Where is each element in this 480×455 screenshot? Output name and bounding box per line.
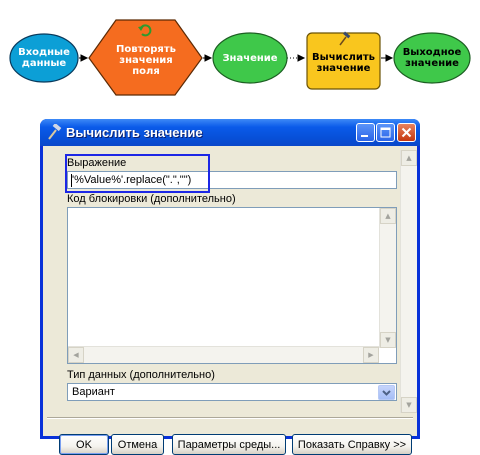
model-diagram: Входные данные Повторять значения поля З… [0, 0, 480, 110]
close-button[interactable] [397, 123, 416, 142]
scroll-up-button[interactable]: ▲ [380, 208, 396, 224]
node-value-label: Значение [222, 52, 278, 64]
data-type-label: Тип данных (дополнительно) [67, 369, 215, 381]
scroll-up-button[interactable]: ▲ [401, 150, 417, 166]
chevron-up-icon: ▲ [385, 212, 391, 220]
code-block-vertical-scrollbar[interactable]: ▲ ▼ [379, 208, 396, 348]
environments-button[interactable]: Параметры среды... [172, 434, 286, 455]
ok-button[interactable]: OK [59, 434, 109, 455]
minimize-icon [361, 135, 368, 137]
node-input-data-label: Входные данные [18, 47, 70, 69]
scroll-left-button[interactable]: ◀ [68, 347, 84, 363]
scroll-right-button[interactable]: ▶ [363, 347, 379, 363]
node-calculate-value-label: Вычислить значение [312, 52, 375, 74]
node-output-value-label: Выходное значение [402, 47, 462, 69]
scroll-down-button[interactable]: ▼ [380, 332, 396, 348]
scroll-down-button[interactable]: ▼ [401, 397, 417, 413]
button-separator [47, 417, 413, 419]
chevron-down-icon: ▼ [385, 336, 391, 344]
minimize-button[interactable] [356, 123, 375, 142]
data-type-select[interactable]: Вариант [67, 383, 397, 401]
show-help-button[interactable]: Показать Справку >> [292, 434, 412, 455]
expression-highlight-box [65, 154, 210, 193]
chevron-up-icon: ▲ [406, 154, 412, 162]
title-bar[interactable]: Вычислить значение [40, 119, 420, 146]
close-icon [401, 127, 412, 138]
code-block-label: Код блокировки (дополнительно) [67, 193, 236, 205]
chevron-down-icon: ▼ [406, 401, 412, 409]
hammer-icon [48, 124, 62, 140]
chevron-down-icon [382, 389, 391, 396]
chevron-right-icon: ▶ [368, 351, 374, 359]
dialog-vertical-scrollbar[interactable]: ▲ ▼ [400, 150, 417, 413]
data-type-value: Вариант [72, 386, 115, 398]
maximize-icon [380, 127, 391, 138]
code-block-input[interactable]: ▲ ▼ ◀ ▶ [67, 207, 397, 364]
node-iterate-field-values-label: Повторять значения поля [116, 43, 176, 77]
maximize-button[interactable] [376, 123, 395, 142]
cancel-button[interactable]: Отмена [111, 434, 164, 455]
dropdown-button[interactable] [378, 385, 395, 400]
dialog-title: Вычислить значение [66, 125, 203, 140]
code-block-horizontal-scrollbar[interactable]: ◀ ▶ [68, 346, 379, 363]
chevron-left-icon: ◀ [73, 351, 79, 359]
